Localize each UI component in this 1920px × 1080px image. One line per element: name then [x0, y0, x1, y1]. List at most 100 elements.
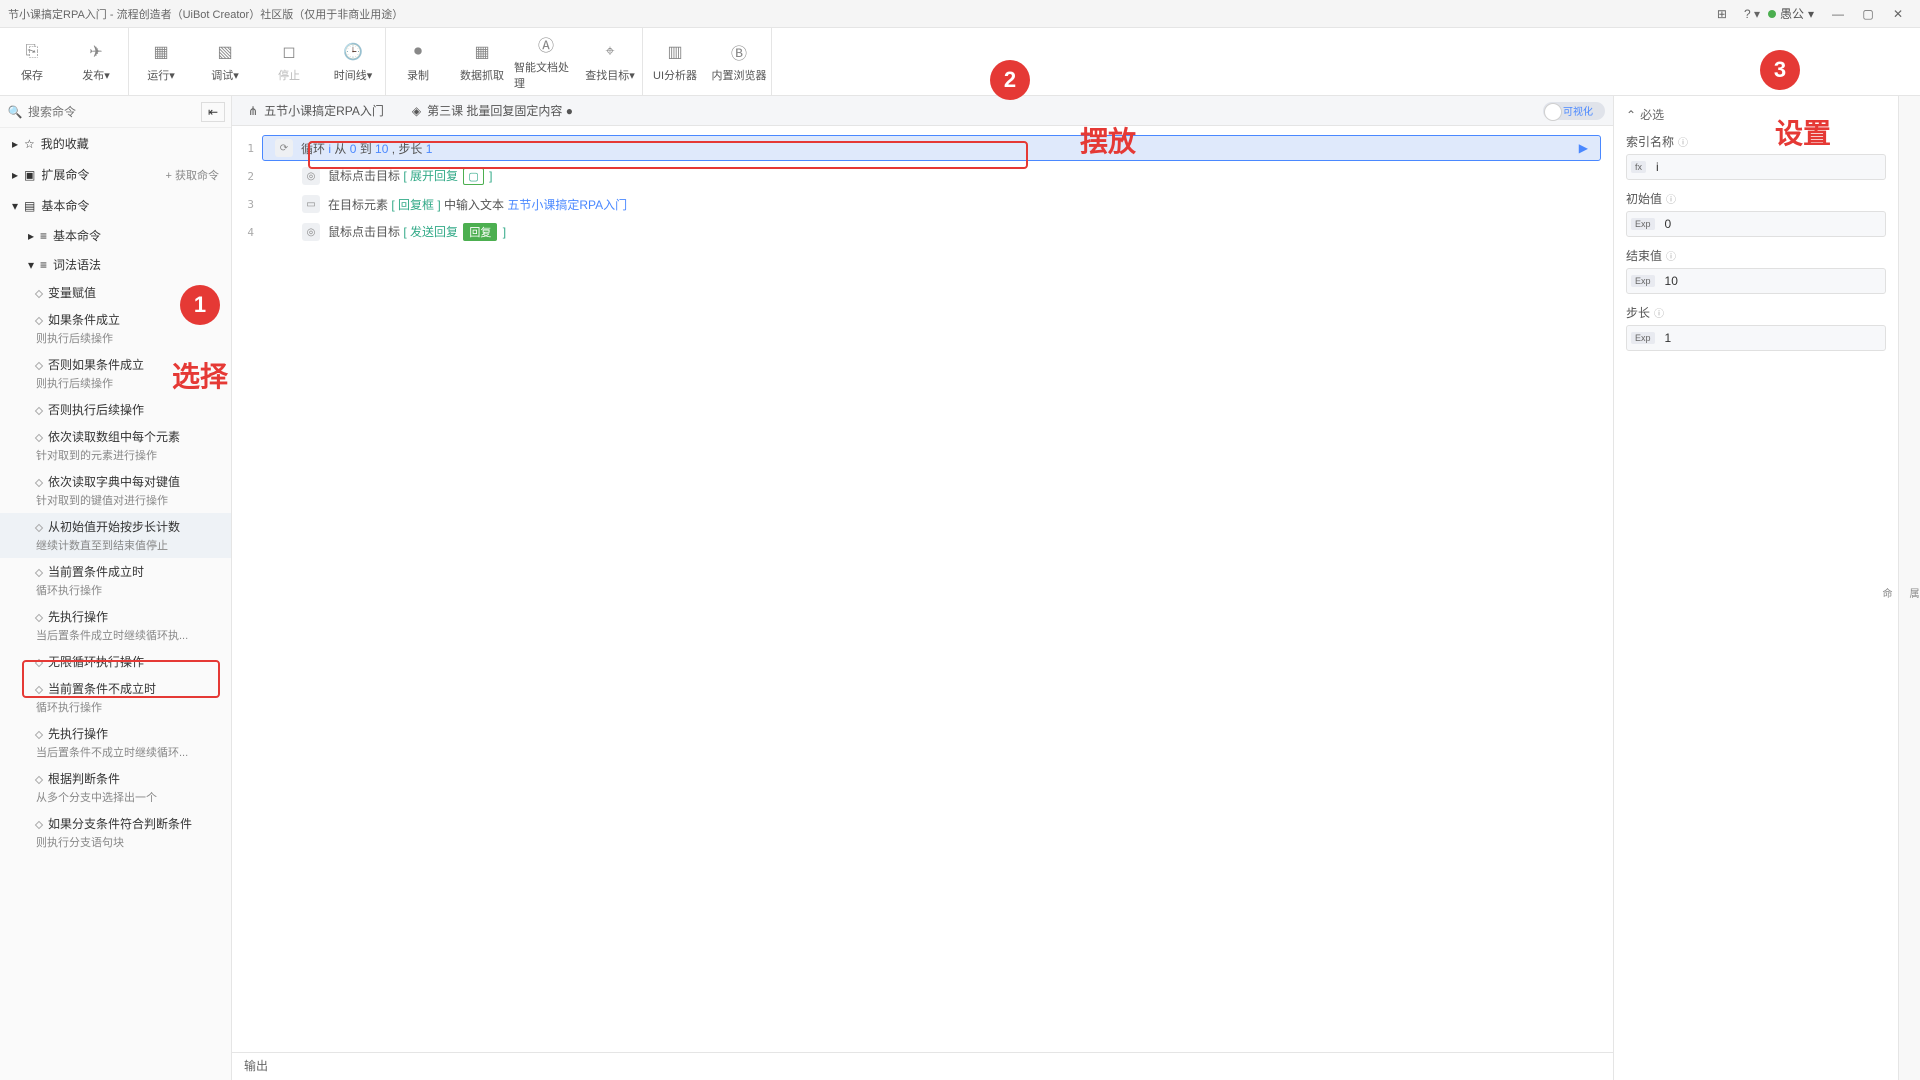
- flow-icon: ⋔: [248, 104, 258, 118]
- command-sidebar: 🔍 ⇤ ▸☆我的收藏 ▸▣扩展命令+ 获取命令 ▾▤基本命令 ▸≡基本命令 ▾≡…: [0, 96, 232, 1080]
- flow-editor[interactable]: 1⟳循环 i 从 0 到 10 , 步长 1▶2 ◎鼠标点击目标 [ 展开回复 ▢…: [232, 126, 1613, 1052]
- info-icon[interactable]: ⓘ: [1666, 248, 1676, 263]
- browser-icon: Ⓑ: [728, 41, 750, 63]
- debug-button[interactable]: ▧调试▾: [193, 28, 257, 95]
- subcat-basic[interactable]: ▸≡基本命令: [0, 221, 231, 250]
- ai-icon: Ⓐ: [535, 33, 557, 55]
- prop-label-2: 结束值 ⓘ: [1626, 247, 1886, 264]
- smart-doc-button[interactable]: Ⓐ智能文档处理: [514, 28, 578, 95]
- prop-input-3[interactable]: Exp1: [1626, 325, 1886, 351]
- timeline-button[interactable]: 🕒时间线▾: [321, 28, 385, 95]
- title-bar: 节小课搞定RPA入门 - 流程创造者（UiBot Creator）社区版（仅用于…: [0, 0, 1920, 28]
- cmd-item-12[interactable]: 根据判断条件从多个分支中选择出一个: [0, 765, 231, 810]
- star-icon: ☆: [24, 137, 35, 151]
- cat-favorites[interactable]: ▸☆我的收藏: [0, 128, 231, 159]
- find-target-button[interactable]: ⌖查找目标▾: [578, 28, 642, 95]
- prop-label-3: 步长 ⓘ: [1626, 304, 1886, 321]
- flow-step-4[interactable]: ◎鼠标点击目标 [ 发送回复 回复 ]: [290, 219, 1601, 245]
- flow-step-3[interactable]: ▭在目标元素 [ 回复框 ] 中输入文本 五节小课搞定RPA入门: [290, 191, 1601, 217]
- save-button[interactable]: ⎘保存: [0, 28, 64, 95]
- cmd-item-3[interactable]: 否则执行后续操作: [0, 396, 231, 423]
- prop-label-1: 初始值 ⓘ: [1626, 190, 1886, 207]
- cmd-item-6[interactable]: 从初始值开始按步长计数继续计数直至到结束值停止: [0, 513, 231, 558]
- target-icon: ⌖: [599, 41, 621, 63]
- publish-button[interactable]: ✈发布▾: [64, 28, 128, 95]
- info-icon[interactable]: ⓘ: [1654, 305, 1664, 320]
- line-number: 1: [232, 142, 262, 155]
- help-icon[interactable]: ? ▾: [1738, 4, 1766, 24]
- cmd-item-11[interactable]: 先执行操作当后置条件不成立时继续循环...: [0, 720, 231, 765]
- basic-icon: ▤: [24, 199, 35, 213]
- play-icon: ▦: [150, 41, 172, 63]
- prop-input-1[interactable]: Exp0: [1626, 211, 1886, 237]
- cmd-item-5[interactable]: 依次读取字典中每对键值针对取到的键值对进行操作: [0, 468, 231, 513]
- status-dot-icon: [1768, 10, 1776, 18]
- main-toolbar: ⎘保存 ✈发布▾ ▦运行▾ ▧调试▾ ◻停止 🕒时间线▾ ⏺录制 ▦数据抓取 Ⓐ…: [0, 28, 1920, 96]
- search-bar: 🔍 ⇤: [0, 96, 231, 128]
- step-icon: ▭: [302, 195, 320, 213]
- cmd-item-0[interactable]: 变量赋值: [0, 279, 231, 306]
- extension-icon: ▣: [24, 168, 35, 182]
- info-icon[interactable]: ⓘ: [1666, 191, 1676, 206]
- prop-input-2[interactable]: Exp10: [1626, 268, 1886, 294]
- cat-basic[interactable]: ▾▤基本命令: [0, 190, 231, 221]
- info-icon[interactable]: ⓘ: [1678, 134, 1688, 149]
- stop-button: ◻停止: [257, 28, 321, 95]
- step-icon: ◎: [302, 167, 320, 185]
- cmd-item-13[interactable]: 如果分支条件符合判断条件则执行分支语句块: [0, 810, 231, 855]
- acquire-command[interactable]: + 获取命令: [166, 167, 219, 183]
- ui-analyzer-button[interactable]: ▥UI分析器: [643, 28, 707, 95]
- stop-icon: ◻: [278, 41, 300, 63]
- user-name: 愚公: [1780, 5, 1804, 22]
- run-button[interactable]: ▦运行▾: [129, 28, 193, 95]
- search-icon: 🔍: [6, 105, 24, 119]
- grid-icon: ▦: [471, 41, 493, 63]
- cmd-item-4[interactable]: 依次读取数组中每个元素针对取到的元素进行操作: [0, 423, 231, 468]
- tab-project[interactable]: ⋔五节小课搞定RPA入门: [240, 98, 392, 123]
- maximize-button[interactable]: ▢: [1854, 4, 1882, 24]
- flow-step-2[interactable]: ◎鼠标点击目标 [ 展开回复 ▢ ]: [290, 163, 1601, 189]
- props-tab-icon[interactable]: 属: [1905, 588, 1920, 598]
- analyzer-icon: ▥: [664, 41, 686, 63]
- user-menu[interactable]: 愚公 ▾: [1768, 5, 1814, 22]
- flow-step-1[interactable]: ⟳循环 i 从 0 到 10 , 步长 1▶: [262, 135, 1601, 161]
- close-button[interactable]: ✕: [1884, 4, 1912, 24]
- line-number: 2: [232, 170, 262, 183]
- subcat-syntax[interactable]: ▾≡词法语法: [0, 250, 231, 279]
- output-panel[interactable]: 输出: [232, 1052, 1613, 1080]
- step-icon: ◎: [302, 223, 320, 241]
- line-number: 3: [232, 198, 262, 211]
- run-step-icon[interactable]: ▶: [1579, 141, 1588, 155]
- cmd-item-8[interactable]: 先执行操作当后置条件成立时继续循环执...: [0, 603, 231, 648]
- prop-label-0: 索引名称 ⓘ: [1626, 133, 1886, 150]
- cmd-item-10[interactable]: 当前置条件不成立时循环执行操作: [0, 675, 231, 720]
- scrape-button[interactable]: ▦数据抓取: [450, 28, 514, 95]
- list-icon: ≡: [40, 229, 47, 243]
- cat-extensions[interactable]: ▸▣扩展命令+ 获取命令: [0, 159, 231, 190]
- right-strip[interactable]: 属 命: [1898, 96, 1920, 1080]
- search-input[interactable]: [24, 101, 197, 123]
- vars-tab-icon[interactable]: 命: [1878, 588, 1893, 598]
- editor-tabs: ⋔五节小课搞定RPA入门 ◈第三课 批量回复固定内容 ● 可视化: [232, 96, 1613, 126]
- bug-icon: ▧: [214, 41, 236, 63]
- tab-lesson3[interactable]: ◈第三课 批量回复固定内容 ●: [404, 98, 581, 123]
- cmd-item-9[interactable]: 无限循环执行操作: [0, 648, 231, 675]
- minimize-button[interactable]: —: [1824, 4, 1852, 24]
- send-icon: ✈: [85, 41, 107, 63]
- prop-input-0[interactable]: fxi: [1626, 154, 1886, 180]
- list-icon: ≡: [40, 258, 47, 272]
- browser-button[interactable]: Ⓑ内置浏览器: [707, 28, 771, 95]
- grid-icon[interactable]: ⊞: [1708, 4, 1736, 24]
- layers-icon: ◈: [412, 104, 421, 118]
- record-button[interactable]: ⏺录制: [386, 28, 450, 95]
- cmd-item-7[interactable]: 当前置条件成立时循环执行操作: [0, 558, 231, 603]
- cmd-item-2[interactable]: 否则如果条件成立则执行后续操作: [0, 351, 231, 396]
- line-number: 4: [232, 226, 262, 239]
- window-title: 节小课搞定RPA入门 - 流程创造者（UiBot Creator）社区版（仅用于…: [8, 6, 1708, 22]
- visual-toggle[interactable]: 可视化: [1543, 102, 1605, 120]
- properties-panel: ⌃必选 索引名称 ⓘ fxi初始值 ⓘ Exp0结束值 ⓘ Exp10步长 ⓘ …: [1613, 96, 1898, 1080]
- cmd-item-1[interactable]: 如果条件成立则执行后续操作: [0, 306, 231, 351]
- save-icon: ⎘: [21, 41, 43, 63]
- collapse-sidebar-button[interactable]: ⇤: [201, 102, 225, 122]
- props-section-header[interactable]: ⌃必选: [1626, 106, 1886, 123]
